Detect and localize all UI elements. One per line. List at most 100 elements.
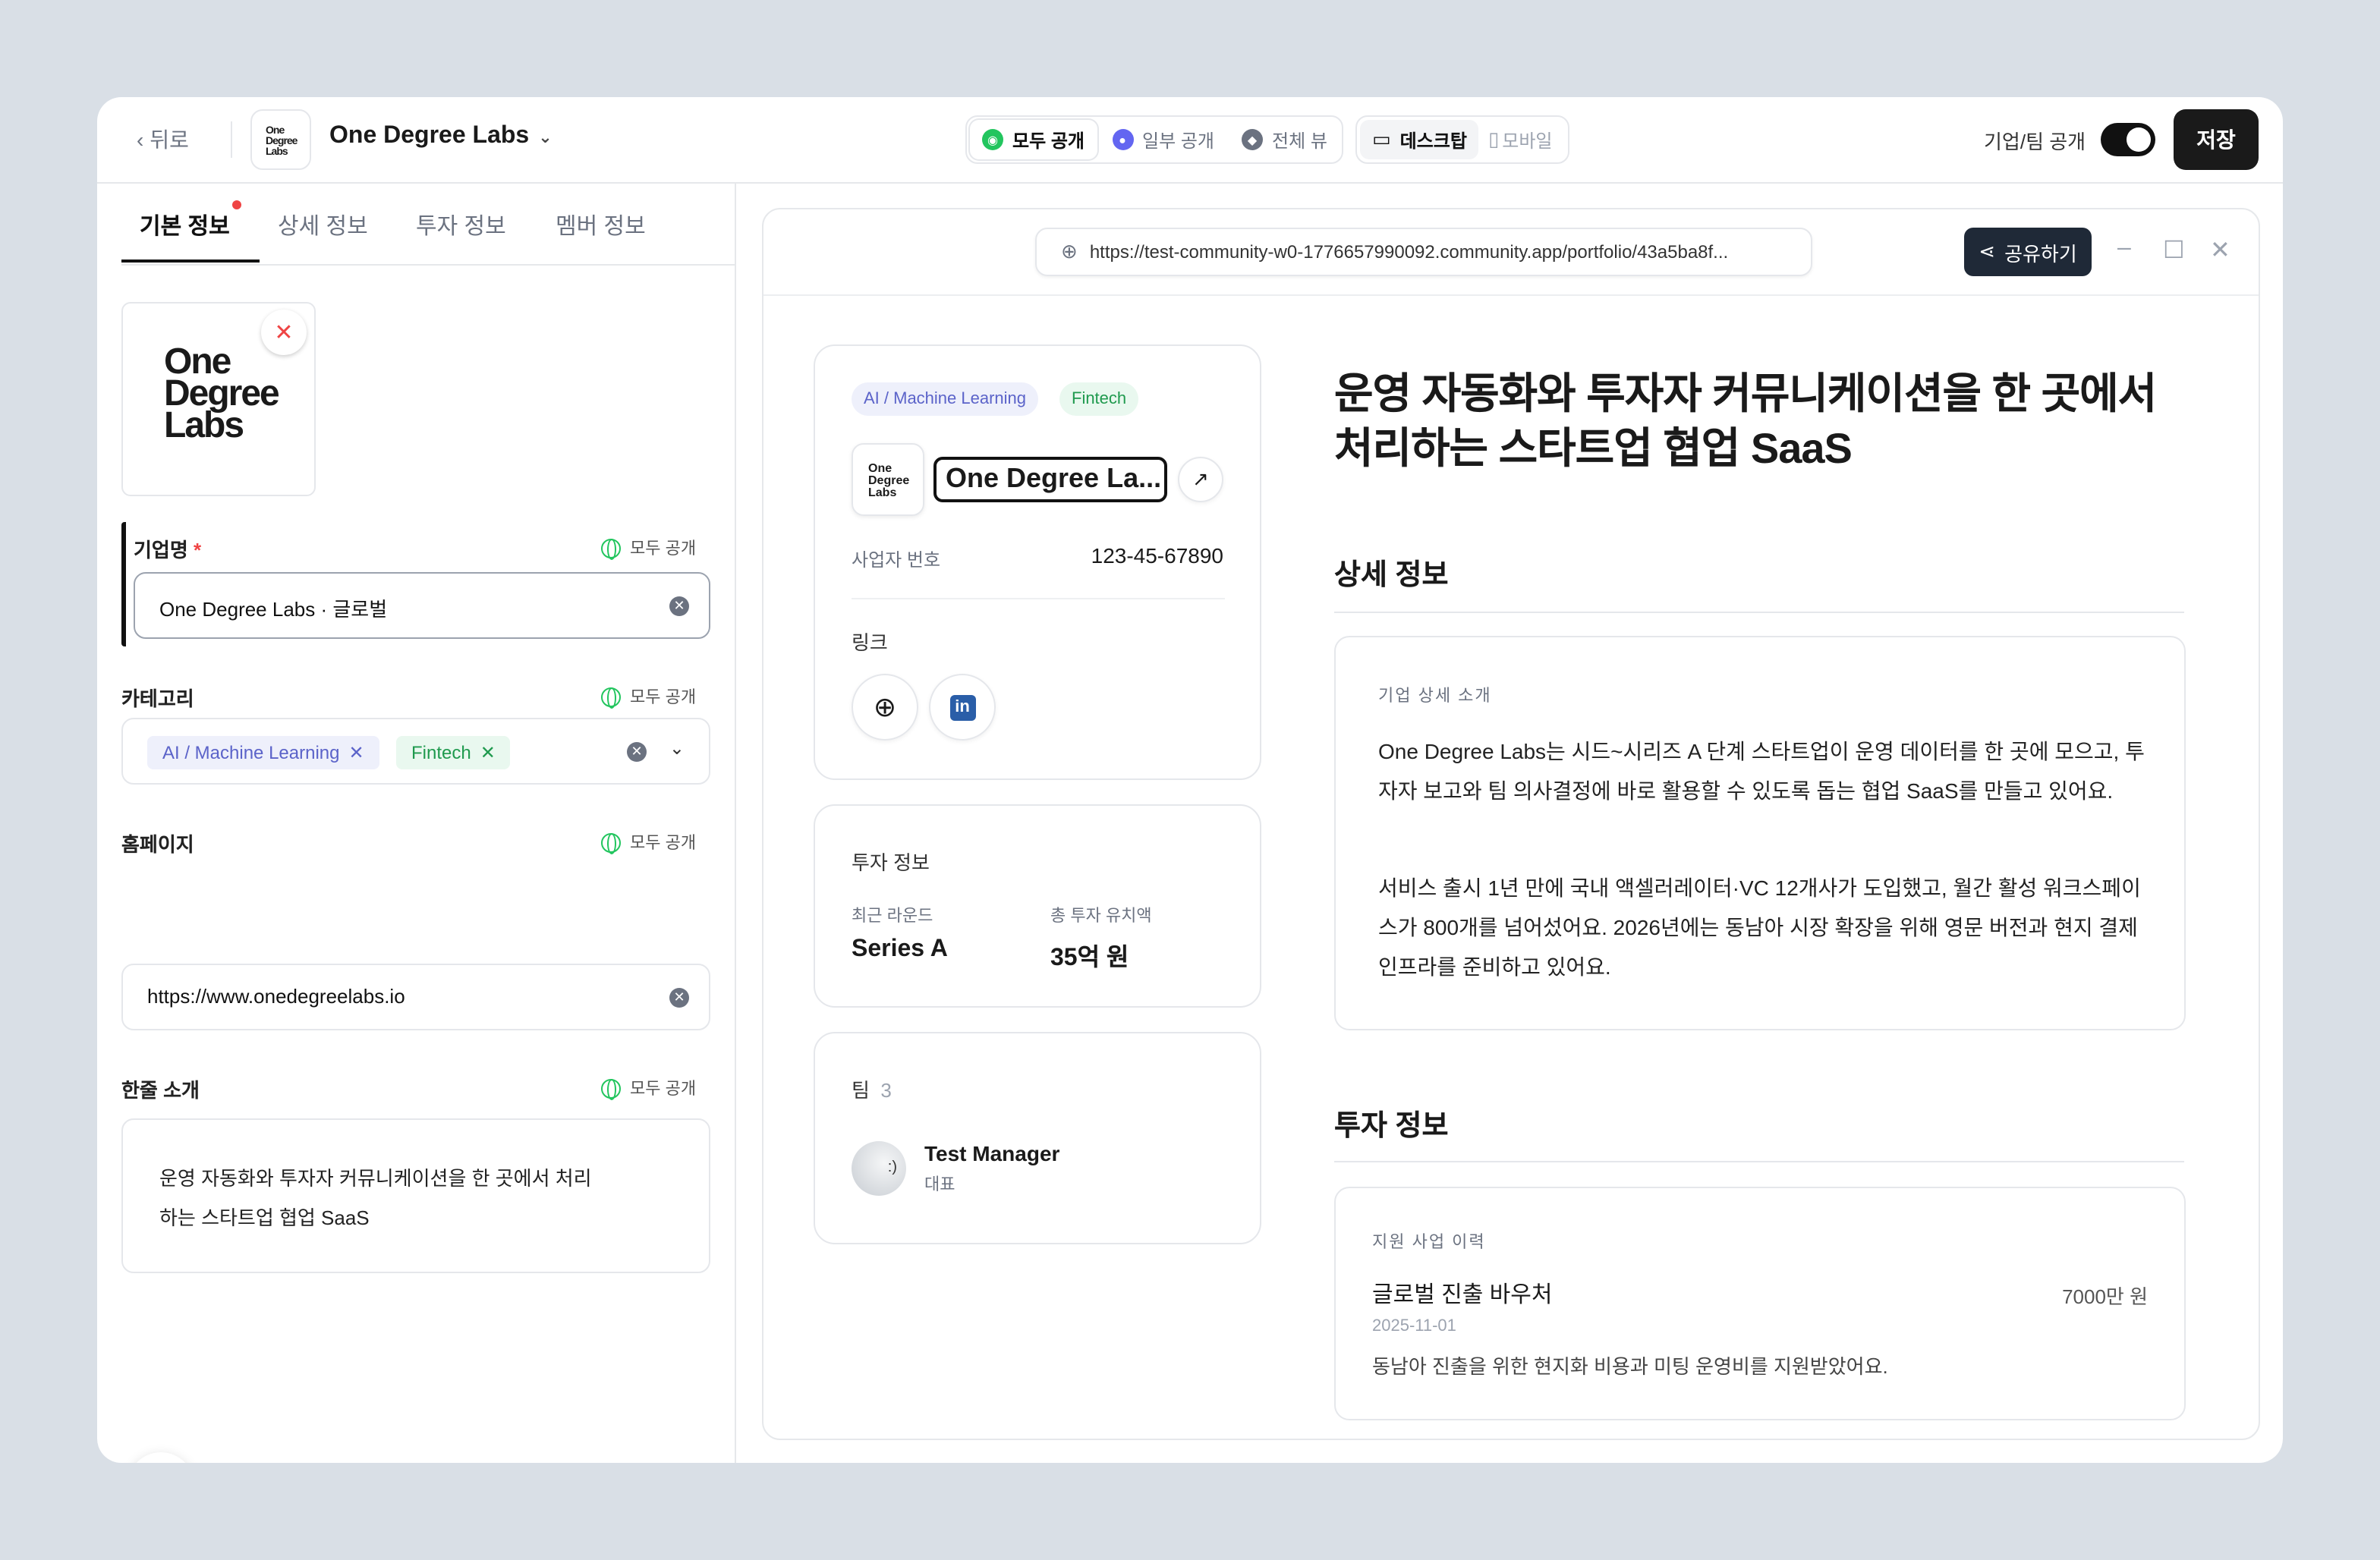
focused-field-indicator <box>121 522 132 646</box>
latest-round: Series A <box>852 936 948 962</box>
visibility-segmented: ◉ 모두 공개 ● 일부 공개 ◆ 전체 뷰 <box>965 115 1344 164</box>
visibility-option-partial[interactable]: ● 일부 공개 <box>1100 120 1226 159</box>
unsaved-dot <box>232 200 241 209</box>
company-name-label: 기업명 * <box>134 539 202 561</box>
divider <box>1334 612 2184 613</box>
visibility-option-full-view[interactable]: ◆ 전체 뷰 <box>1229 120 1340 159</box>
users-icon: ● <box>1112 129 1133 150</box>
detail-box: 기업 상세 소개 One Degree Labs는 시드~시리즈 A 단계 스타… <box>1334 636 2186 1030</box>
investment-summary-card: 투자 정보 최근 라운드 총 투자 유치액 Series A 35억 원 <box>814 804 1261 1008</box>
company-name-input[interactable]: One Degree Labs · 글로벌 ✕ <box>134 572 710 639</box>
category-tag: AI / Machine Learning <box>852 382 1039 416</box>
company-logo: One Degree Labs <box>852 443 924 516</box>
member-role: 대표 <box>924 1176 955 1194</box>
public-toggle[interactable] <box>2101 123 2155 156</box>
tab-bar: 기본 정보 상세 정보 투자 정보 멤버 정보 <box>121 182 735 266</box>
active-tab-indicator <box>121 259 260 263</box>
website-icon[interactable]: ⊕ <box>852 674 918 741</box>
save-button[interactable]: 저장 <box>2174 109 2259 170</box>
logo-upload[interactable]: One Degree Labs ✕ <box>121 302 316 496</box>
intro-visibility[interactable]: 모두 공개 <box>601 1076 696 1100</box>
detail-paragraph: One Degree Labs는 시드~시리즈 A 단계 스타트업이 운영 데이… <box>1378 739 2145 803</box>
clear-icon[interactable]: ✕ <box>669 596 689 616</box>
tab-member-info[interactable]: 멤버 정보 <box>556 209 646 241</box>
preview-toolbar: ⊕ https://test-community-w0-177665799009… <box>763 209 2259 296</box>
profile-card: AI / Machine Learning Fintech One Degree L… <box>814 344 1261 780</box>
chevron-left-icon: ‹ <box>137 127 144 152</box>
tab-investment-info[interactable]: 투자 정보 <box>416 209 506 241</box>
intro-textarea[interactable]: 운영 자동화와 투자자 커뮤니케이션을 한 곳에서 처리 하는 스타트업 협업 … <box>121 1118 710 1273</box>
company-name-preview: One Degree La... <box>933 457 1167 502</box>
shield-icon: ◆ <box>1242 129 1263 150</box>
intro-label: 한줄 소개 <box>121 1079 200 1102</box>
globe-icon <box>601 832 621 854</box>
divider <box>1334 1161 2184 1162</box>
maximize-icon[interactable]: ☐ <box>2163 235 2185 266</box>
top-bar: ‹ 뒤로 One Degree Labs One Degree Labs ⌄ ◉ 모… <box>97 97 2283 184</box>
company-name-visibility[interactable]: 모두 공개 <box>601 536 696 560</box>
visibility-option-all[interactable]: ◉ 모두 공개 <box>970 120 1097 159</box>
clear-icon[interactable]: ✕ <box>669 988 689 1008</box>
edit-panel: 기본 정보 상세 정보 투자 정보 멤버 정보 One Degree Labs ✕ … <box>97 182 736 1463</box>
company-logo: One Degree Labs <box>164 341 280 446</box>
external-link-icon[interactable]: ↗ <box>1178 457 1223 502</box>
tab-detail-info[interactable]: 상세 정보 <box>278 209 368 241</box>
globe-icon <box>601 538 621 559</box>
detail-section-title: 상세 정보 <box>1334 560 1449 592</box>
linkedin-icon[interactable]: in <box>929 674 996 741</box>
program-date: 2025-11-01 <box>1372 1317 1456 1335</box>
homepage-visibility[interactable]: 모두 공개 <box>601 830 696 854</box>
share-button[interactable]: ⋖ 공유하기 <box>1964 228 2092 276</box>
headline: 운영 자동화와 투자자 커뮤니케이션을 한 곳에서 처리하는 스타트업 협업 S… <box>1334 370 2157 472</box>
close-icon: ✕ <box>274 320 294 346</box>
total-investment: 35억 원 <box>1050 945 1129 971</box>
back-button[interactable]: ‹ 뒤로 <box>137 124 189 155</box>
company-logo-small: One Degree Labs <box>250 109 311 170</box>
category-tag: Fintech <box>1059 382 1139 416</box>
category-select[interactable]: AI / Machine Learning ✕ Fintech ✕ ✕ ⌄ <box>121 718 710 785</box>
remove-logo-button[interactable]: ✕ <box>261 310 307 355</box>
preview-url-bar[interactable]: ⊕ https://test-community-w0-177665799009… <box>1035 228 1812 276</box>
investment-section-title: 투자 정보 <box>1334 1111 1449 1143</box>
homepage-input[interactable]: https://www.onedegreelabs.io ✕ <box>121 964 710 1030</box>
globe-icon <box>601 687 621 708</box>
program-name: 글로벌 진출 바우처 <box>1372 1282 1553 1308</box>
biz-no-label: 사업자 번호 <box>852 549 941 571</box>
detail-paragraph: 서비스 출시 1년 만에 국내 액셀러레이터·VC 12개사가 도입했고, 월간… <box>1378 876 2141 979</box>
support-history-box: 지원 사업 이력 글로벌 진출 바우처 7000만 원 2025-11-01 동… <box>1334 1187 2186 1420</box>
app-window: ‹ 뒤로 One Degree Labs One Degree Labs ⌄ ◉ 모… <box>97 97 2283 1463</box>
public-toggle-label: 기업/팀 공개 <box>1984 131 2086 153</box>
avatar: :) <box>852 1141 906 1196</box>
close-icon[interactable]: ✕ <box>480 742 496 763</box>
clear-icon[interactable]: ✕ <box>627 742 647 762</box>
homepage-label: 홈페이지 <box>121 833 194 856</box>
category-label: 카테고리 <box>121 687 194 710</box>
close-icon[interactable]: ✕ <box>2210 235 2230 266</box>
category-visibility[interactable]: 모두 공개 <box>601 684 696 709</box>
biz-no-value: 123-45-67890 <box>1091 543 1223 568</box>
chevron-down-icon[interactable]: ⌄ <box>669 738 685 759</box>
links-label: 링크 <box>852 631 888 654</box>
close-icon[interactable]: ✕ <box>349 742 364 763</box>
device-segmented: ▭ 데스크탑 ▯ 모바일 <box>1355 115 1569 164</box>
minimize-icon[interactable]: – <box>2117 235 2131 263</box>
globe-icon: ◉ <box>982 129 1003 150</box>
member-name: Test Manager <box>924 1141 1060 1165</box>
preview-window: ⊕ https://test-community-w0-177665799009… <box>762 208 2260 1440</box>
command-fab[interactable]: ⌘ <box>128 1452 194 1463</box>
category-chip: Fintech ✕ <box>396 736 511 769</box>
divider <box>852 598 1225 599</box>
program-amount: 7000만 원 <box>2062 1285 2148 1308</box>
share-icon: ⋖ <box>1979 240 1996 263</box>
company-switcher[interactable]: One Degree Labs ⌄ <box>329 123 552 150</box>
tab-basic-info[interactable]: 기본 정보 <box>140 209 230 241</box>
device-option-mobile[interactable]: ▯ 모바일 <box>1482 120 1565 159</box>
globe-icon <box>601 1078 621 1099</box>
divider <box>231 121 232 158</box>
globe-icon: ⊕ <box>1061 240 1078 263</box>
monitor-icon: ▭ <box>1372 127 1391 150</box>
device-option-desktop[interactable]: ▭ 데스크탑 <box>1360 120 1479 159</box>
chevron-down-icon: ⌄ <box>538 128 552 146</box>
team-card: 팀 3 :) Test Manager 대표 <box>814 1032 1261 1244</box>
mobile-icon: ▯ <box>1488 127 1500 150</box>
